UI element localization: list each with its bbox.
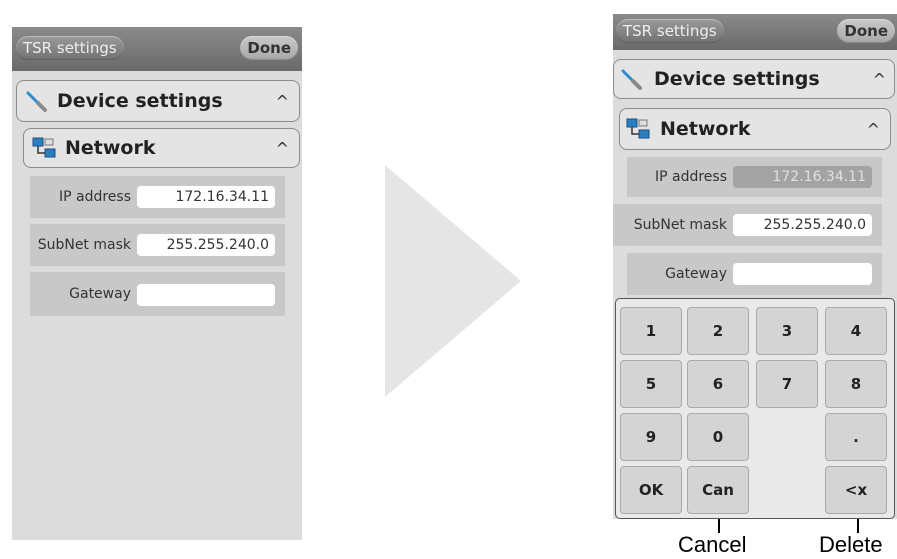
subnet-mask-label: SubNet mask [37,237,131,253]
arrow-right-icon [385,165,521,401]
key-7[interactable]: 7 [756,360,818,408]
key-4[interactable]: 4 [825,307,887,355]
header-bar: TSR settings Done [613,14,897,50]
ip-address-field: 172.16.34.11 [733,166,872,188]
subnet-mask-row: SubNet mask 255.255.240.0 [30,224,285,266]
network-section[interactable]: Network ^ [23,128,300,168]
screwdriver-icon [620,68,644,96]
key-8[interactable]: 8 [825,360,887,408]
gateway-field[interactable] [137,284,275,306]
delete-button[interactable]: <x [825,466,887,514]
key-5[interactable]: 5 [620,360,682,408]
device-settings-section[interactable]: Device settings ^ [613,59,895,99]
cancel-callout-label: Cancel [678,532,747,557]
gateway-label: Gateway [665,266,727,282]
collapse-caret-icon[interactable]: ^ [873,60,886,98]
gateway-label: Gateway [69,286,131,302]
device-settings-title: Device settings [654,68,820,90]
numeric-keypad: 1 2 3 4 5 6 7 8 9 0 . OK Can <x [615,298,895,519]
title-button[interactable]: TSR settings [16,36,124,60]
done-button[interactable]: Done [837,19,895,43]
settings-screen-before: TSR settings Done Device settings ^ Netw… [12,27,302,540]
collapse-caret-icon[interactable]: ^ [867,109,880,149]
cancel-callout-line [718,519,720,533]
network-section[interactable]: Network ^ [619,108,891,150]
ok-button[interactable]: OK [620,466,682,514]
subnet-mask-field[interactable]: 255.255.240.0 [733,214,872,236]
ip-address-field[interactable]: 172.16.34.11 [137,186,275,208]
header-bar: TSR settings Done [12,27,302,71]
collapse-caret-icon[interactable]: ^ [276,81,289,121]
key-3[interactable]: 3 [756,307,818,355]
network-title: Network [65,137,156,159]
key-2[interactable]: 2 [687,307,749,355]
ip-address-row: IP address 172.16.34.11 [627,157,882,197]
ip-address-label: IP address [654,169,727,185]
device-settings-section[interactable]: Device settings ^ [16,80,300,122]
subnet-mask-label: SubNet mask [633,217,727,233]
done-button[interactable]: Done [240,36,298,60]
key-6[interactable]: 6 [687,360,749,408]
delete-callout-label: Delete [819,532,883,557]
ip-address-label: IP address [58,189,131,205]
collapse-caret-icon[interactable]: ^ [276,129,289,167]
subnet-mask-field[interactable]: 255.255.240.0 [137,234,275,256]
delete-callout-line [857,519,859,533]
device-settings-title: Device settings [57,90,223,112]
network-computers-icon [626,117,650,145]
title-button[interactable]: TSR settings [616,19,724,43]
screwdriver-icon [25,90,49,118]
key-1[interactable]: 1 [620,307,682,355]
settings-screen-after: TSR settings Done Device settings ^ Netw… [613,14,897,519]
gateway-field[interactable] [733,263,872,285]
ip-address-row: IP address 172.16.34.11 [30,176,285,218]
network-computers-icon [32,136,56,164]
network-title: Network [660,118,751,140]
key-dot[interactable]: . [825,413,887,461]
key-9[interactable]: 9 [620,413,682,461]
subnet-mask-row: SubNet mask 255.255.240.0 [613,204,882,246]
gateway-row: Gateway [30,272,285,316]
key-0[interactable]: 0 [687,413,749,461]
cancel-button[interactable]: Can [687,466,749,514]
gateway-row: Gateway [627,253,882,295]
